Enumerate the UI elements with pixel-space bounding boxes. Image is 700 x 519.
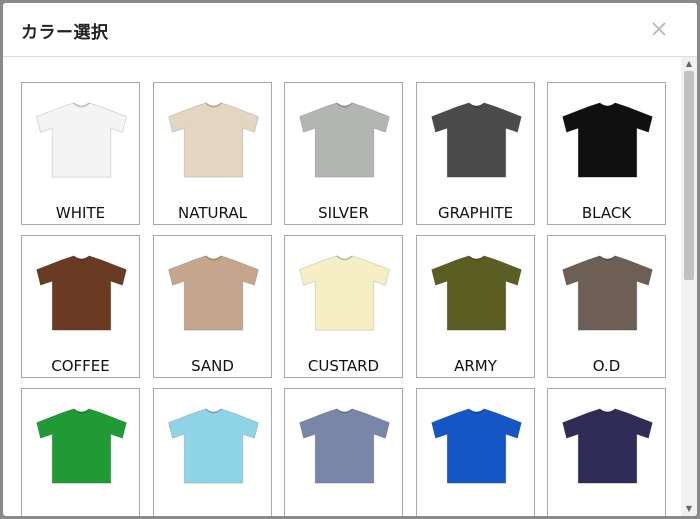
color-swatch[interactable]: GRAPHITE [416,82,535,225]
tshirt-icon [299,408,390,484]
modal-header: カラー選択 [3,3,697,57]
color-swatch[interactable]: COFFEE [21,235,140,378]
color-label: SILVER [318,204,369,222]
color-swatch[interactable] [21,388,140,516]
color-swatch[interactable]: O.D [547,235,666,378]
color-swatch[interactable] [153,388,272,516]
color-label: WHITE [55,204,106,222]
color-swatch[interactable] [284,388,403,516]
color-swatch[interactable]: BLACK [547,82,666,225]
tshirt-icon [168,255,259,331]
tshirt-icon [431,102,522,178]
color-label: COFFEE [51,357,110,375]
color-swatch[interactable]: CUSTARD [284,235,403,378]
tshirt-icon [36,102,127,178]
scroll-up-arrow-icon[interactable]: ▲ [681,57,697,71]
color-select-modal: カラー選択 WHITE NATURAL SILVER GRAPHITE BLACK COF… [3,3,697,516]
scrollbar-thumb[interactable] [684,71,694,280]
color-swatch[interactable] [547,388,666,516]
tshirt-icon [36,255,127,331]
close-icon[interactable] [649,19,669,39]
scroll-down-arrow-icon[interactable]: ▼ [681,502,697,516]
color-label: SAND [191,357,234,375]
color-swatch[interactable]: SAND [153,235,272,378]
color-swatch[interactable]: ARMY [416,235,535,378]
color-label: BLACK [581,204,632,222]
color-swatch[interactable]: SILVER [284,82,403,225]
color-swatch[interactable] [416,388,535,516]
tshirt-icon [168,408,259,484]
color-label: O.D [592,357,621,375]
tshirt-icon [299,102,390,178]
tshirt-icon [562,102,653,178]
tshirt-icon [562,408,653,484]
color-label: ARMY [454,357,497,375]
color-swatch[interactable]: WHITE [21,82,140,225]
modal-body: WHITE NATURAL SILVER GRAPHITE BLACK COFFEE SAN… [3,57,681,516]
tshirt-icon [299,255,390,331]
color-label: NATURAL [178,204,247,222]
color-swatch[interactable]: NATURAL [153,82,272,225]
color-label: GRAPHITE [437,204,514,222]
modal-title: カラー選択 [21,23,109,43]
scrollbar[interactable]: ▲ ▼ [681,57,697,516]
tshirt-icon [431,255,522,331]
tshirt-icon [431,408,522,484]
tshirt-icon [562,255,653,331]
tshirt-icon [36,408,127,484]
color-label: CUSTARD [307,357,380,375]
tshirt-icon [168,102,259,178]
